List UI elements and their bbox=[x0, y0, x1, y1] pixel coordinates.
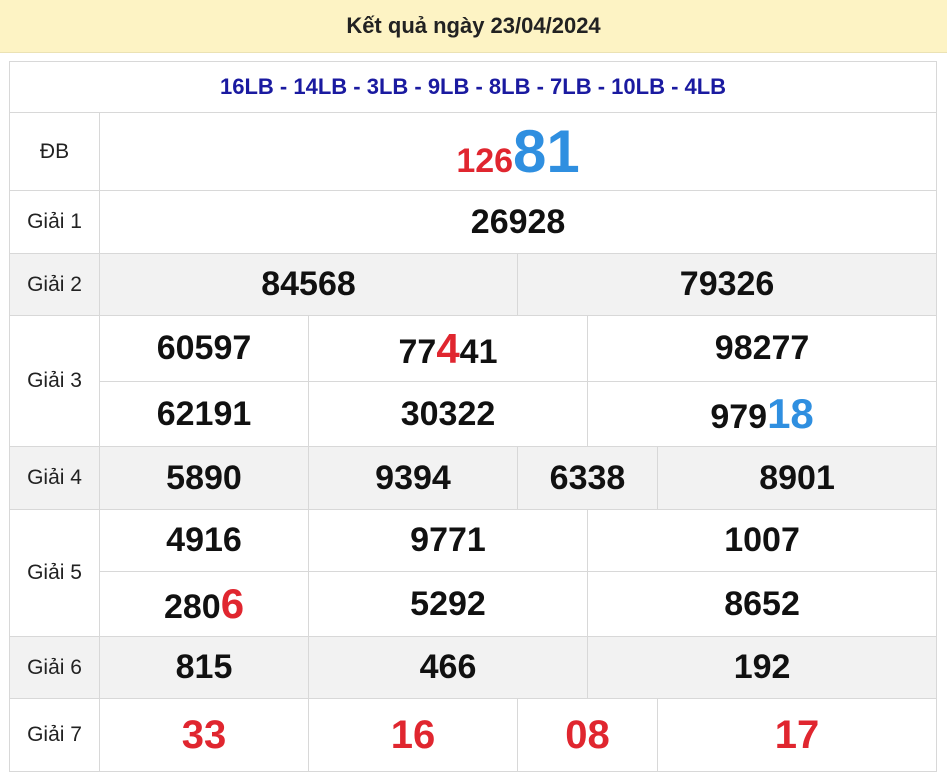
prize-number: 4916 bbox=[99, 509, 309, 572]
prize-row-db: ĐB 12681 bbox=[9, 112, 938, 191]
prize-row-g5-a: Giải 5 4916 9771 1007 bbox=[9, 509, 938, 637]
prize-label-g4: Giải 4 bbox=[9, 446, 100, 510]
highlighted-digits: 4 bbox=[436, 324, 460, 372]
highlighted-digits: 6 bbox=[220, 580, 245, 627]
prize-number: 97918 bbox=[586, 381, 938, 447]
ticket-codes: 16LB - 14LB - 3LB - 9LB - 8LB - 7LB - 10… bbox=[8, 61, 938, 113]
prize-label-g2: Giải 2 bbox=[9, 253, 100, 316]
prize-number: 33 bbox=[99, 698, 309, 772]
digits: 77 bbox=[398, 332, 437, 371]
special-prize-suffix: 81 bbox=[513, 118, 580, 185]
prize-label-g5: Giải 5 bbox=[9, 509, 100, 637]
prize-number: 8901 bbox=[656, 446, 938, 510]
prize-number: 9771 bbox=[308, 509, 588, 572]
prize-label-db: ĐB bbox=[9, 112, 100, 191]
prize-number: 2806 bbox=[99, 571, 309, 637]
prize-number: 17 bbox=[656, 698, 938, 772]
prize-label-g7: Giải 7 bbox=[9, 698, 100, 772]
prize-number: 5292 bbox=[308, 571, 588, 637]
prize-row-g3-b: 62191 30322 97918 bbox=[10, 381, 938, 447]
prize-row-g7: Giải 7 33 16 08 17 bbox=[9, 698, 938, 772]
digits: 280 bbox=[163, 588, 221, 626]
prize-row-g5-b: 2806 5292 8652 bbox=[10, 571, 938, 637]
prize-number: 08 bbox=[517, 698, 658, 772]
prize-number: 26928 bbox=[98, 190, 938, 254]
prize-number: 8652 bbox=[586, 571, 938, 637]
results-table: 16LB - 14LB - 3LB - 9LB - 8LB - 7LB - 10… bbox=[8, 61, 938, 772]
prize-number: 1007 bbox=[586, 509, 938, 572]
prize-number: 5890 bbox=[99, 446, 309, 510]
special-prize-number: 12681 bbox=[98, 112, 938, 191]
special-prize-prefix: 126 bbox=[456, 142, 514, 180]
digits: 979 bbox=[710, 398, 768, 436]
result-date-header: Kết quả ngày 23/04/2024 bbox=[0, 0, 947, 53]
codes-row: 16LB - 14LB - 3LB - 9LB - 8LB - 7LB - 10… bbox=[8, 61, 938, 113]
digits: 41 bbox=[459, 332, 498, 371]
prize-label-g3: Giải 3 bbox=[9, 315, 100, 447]
prize-number: 62191 bbox=[99, 381, 309, 447]
prize-number: 815 bbox=[99, 636, 309, 699]
prize-number: 6338 bbox=[517, 446, 658, 510]
prize-number: 30322 bbox=[308, 381, 588, 447]
highlighted-digits: 18 bbox=[767, 390, 814, 437]
prize-number: 84568 bbox=[99, 253, 518, 316]
prize-row-g2: Giải 2 84568 79326 bbox=[9, 253, 938, 316]
prize-number: 192 bbox=[586, 636, 938, 699]
prize-number: 16 bbox=[308, 698, 518, 772]
prize-number: 9394 bbox=[308, 446, 518, 510]
prize-number: 98277 bbox=[586, 315, 938, 382]
page-title: Kết quả ngày 23/04/2024 bbox=[346, 13, 601, 38]
prize-label-g6: Giải 6 bbox=[9, 636, 100, 699]
prize-number: 466 bbox=[308, 636, 588, 699]
prize-row-g4: Giải 4 5890 9394 6338 8901 bbox=[9, 446, 938, 510]
prize-row-g1: Giải 1 26928 bbox=[9, 190, 938, 254]
prize-label-g1: Giải 1 bbox=[9, 190, 100, 254]
prize-number: 77441 bbox=[308, 315, 588, 382]
prize-number: 60597 bbox=[99, 315, 309, 382]
prize-row-g6: Giải 6 815 466 192 bbox=[9, 636, 938, 699]
prize-row-g3-a: Giải 3 60597 77441 98277 bbox=[9, 315, 938, 447]
prize-number: 79326 bbox=[516, 253, 938, 316]
